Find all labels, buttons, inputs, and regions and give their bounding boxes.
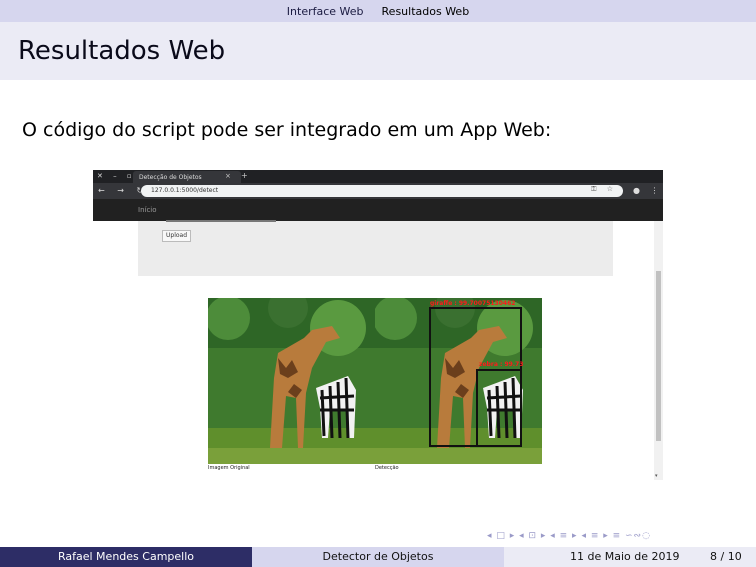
page-scrollbar: ▾ (654, 221, 663, 480)
footer: Rafael Mendes Campello Detector de Objet… (0, 547, 756, 567)
window-controls-icon: ✕ – ▫ (97, 172, 136, 180)
footer-page-number: 8 / 10 (710, 550, 742, 563)
footer-title: Detector de Objetos (252, 547, 504, 567)
zebra-detection-label: zebra : 99.73 (479, 361, 524, 368)
app-navbar: Início (93, 199, 663, 221)
footer-author: Rafael Mendes Campello (0, 547, 252, 567)
caption-original: Imagem Original (208, 465, 250, 471)
address-bar: 127.0.0.1:5000/detect ⚿ ☆ (141, 185, 623, 197)
profile-menu-icon: ● ⋮ (633, 186, 663, 195)
footer-date: 11 de Maio de 2019 (570, 550, 680, 563)
tab-close-icon: × (225, 172, 231, 180)
giraffe-detection-label: giraffe : 99.70075130462 (430, 300, 516, 307)
browser-tab-title: Detecção de Objetos (139, 174, 202, 181)
frame-title-bar: Resultados Web (0, 22, 756, 80)
nav-resultados-web[interactable]: Resultados Web (373, 5, 479, 18)
scroll-down-icon: ▾ (655, 473, 658, 479)
top-navigation: Interface Web Resultados Web (0, 0, 756, 22)
nav-interface-web[interactable]: Interface Web (278, 5, 373, 18)
upload-panel: Upload (138, 220, 613, 276)
address-url: 127.0.0.1:5000/detect (151, 187, 219, 194)
new-tab-icon: + (241, 171, 248, 180)
intro-text: O código do script pode ser integrado em… (22, 119, 552, 141)
browser-tab-strip: ✕ – ▫ Detecção de Objetos × + (93, 170, 663, 183)
bookmark-star-icon: ⚿ ☆ (591, 185, 617, 193)
frame-title: Resultados Web (18, 36, 226, 66)
browser-toolbar: ← → ↻ 127.0.0.1:5000/detect ⚿ ☆ ● ⋮ (93, 183, 663, 199)
app-nav-home: Início (138, 206, 157, 214)
zebra-bounding-box (476, 369, 522, 447)
file-input-remnant (166, 220, 276, 222)
original-image (208, 298, 375, 464)
upload-button: Upload (162, 230, 192, 242)
caption-detection: Detecção (375, 465, 399, 471)
slide-navigation-icons[interactable]: ◂ □ ▸ ◂ ⊡ ▸ ◂ ≡ ▸ ◂ ≡ ▸ ≡ ∽∾◌ (487, 531, 651, 541)
web-app-screenshot: ✕ – ▫ Detecção de Objetos × + ← → ↻ 127.… (93, 170, 663, 480)
footer-date-pages: 11 de Maio de 2019 8 / 10 (504, 547, 756, 567)
scrollbar-thumb (656, 271, 661, 441)
